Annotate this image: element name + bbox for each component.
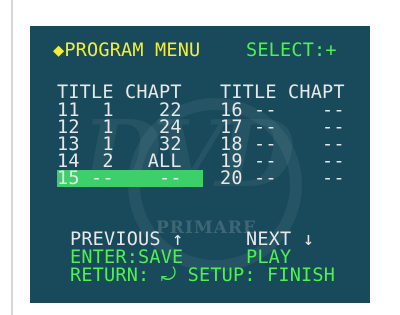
program-menu-screen: DVD PRIMARE ◆PROGRAM MENU SELECT:+ TITLE… [30,26,370,303]
menu-title: ◆PROGRAM MENU [53,40,201,61]
select-hint: SELECT:+ [246,40,337,61]
return-setup-hint: RETURN: ⤾ SETUP: FINISH [70,265,336,286]
page-border [11,0,13,315]
program-row-15[interactable]: 15 -- -- [57,169,182,188]
program-row-20[interactable]: 20 -- -- [220,169,345,188]
